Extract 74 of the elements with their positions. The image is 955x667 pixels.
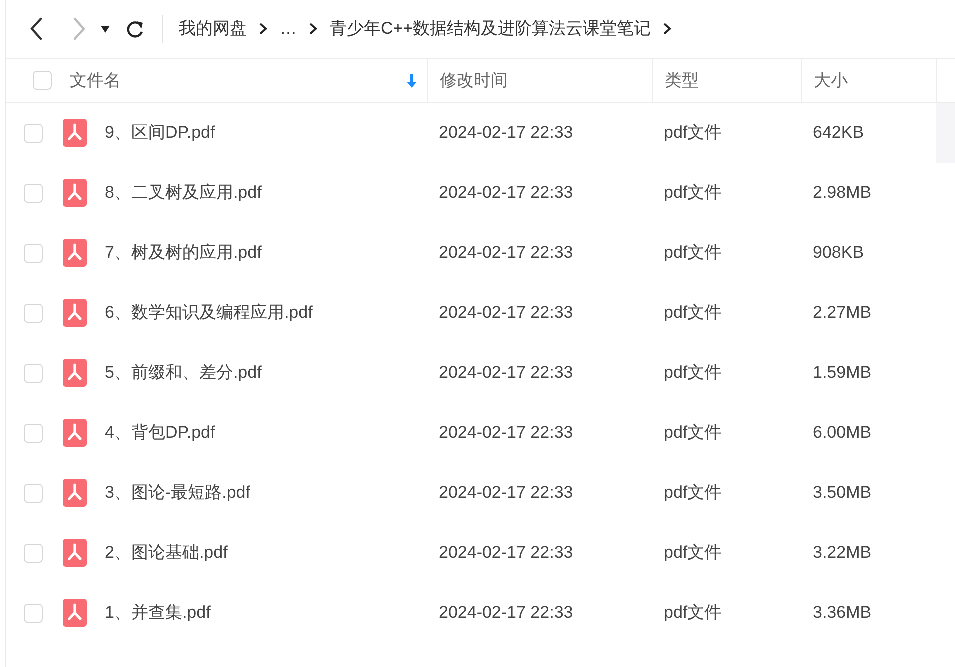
table-cell-text: pdf文件 [664,242,722,264]
pdf-file-icon [63,479,87,507]
table-cell-text: pdf文件 [664,362,722,384]
table-cell-text: pdf文件 [664,182,722,204]
pdf-file-icon [63,119,87,147]
table-cell-text: 2024-02-17 22:33 [439,242,574,264]
file-name[interactable]: 6、数学知识及编程应用.pdf [105,300,313,326]
file-name[interactable]: 4、背包DP.pdf [105,420,216,446]
column-header[interactable]: 文件名 [70,68,121,94]
pdf-file-icon [63,539,87,567]
table-cell-text: 2024-02-17 22:33 [439,362,574,384]
row-checkbox[interactable] [24,304,43,322]
caret-button[interactable] [101,26,110,32]
file-name[interactable]: 5、前缀和、差分.pdf [105,360,262,386]
file-name[interactable]: 2、图论基础.pdf [105,540,228,566]
chevron-icon [663,22,672,36]
table-cell-text: pdf文件 [664,602,722,624]
table-cell-text: 2024-02-17 22:33 [439,482,574,504]
table-cell-text: 2.98MB [813,182,872,204]
file-name[interactable]: 1、并查集.pdf [105,600,211,626]
row-checkbox[interactable] [24,244,43,262]
table-cell-text: 642KB [813,122,864,144]
table-cell-text: 3.36MB [813,602,872,624]
table-cell-text: 2024-02-17 22:33 [439,422,574,444]
table-cell-text: pdf文件 [664,122,722,144]
table-cell-text: pdf文件 [664,302,722,324]
forward-icon [73,17,87,41]
chevron-icon [309,22,318,36]
column-header[interactable]: 修改时间 [440,68,508,94]
row-checkbox[interactable] [24,424,43,442]
table-cell-text: 908KB [813,242,864,264]
file-name[interactable]: 7、树及树的应用.pdf [105,240,262,266]
table-cell-text: 2024-02-17 22:33 [439,602,574,624]
pdf-file-icon [63,239,87,267]
breadcrumb-item[interactable]: 我的网盘 [179,16,247,42]
refresh-icon [126,20,144,38]
table-cell-text: pdf文件 [664,542,722,564]
pdf-file-icon [63,599,87,627]
breadcrumb-item[interactable]: 青少年C++数据结构及进阶算法云课堂笔记 [330,16,652,42]
table-cell-text: 2.27MB [813,302,872,324]
row-checkbox[interactable] [24,604,43,622]
file-name[interactable]: 9、区间DP.pdf [105,120,216,146]
row-checkbox[interactable] [24,124,43,142]
table-cell-text: 1.59MB [813,362,872,384]
breadcrumb-item[interactable]: … [280,16,297,42]
table-cell-text: pdf文件 [664,482,722,504]
table-cell-text: 2024-02-17 22:33 [439,542,574,564]
forward-button[interactable] [73,17,87,41]
caret-icon [101,26,110,32]
table-cell-text: 2024-02-17 22:33 [439,122,574,144]
pdf-file-icon [63,359,87,387]
table-cell-text: 2024-02-17 22:33 [439,182,574,204]
sort-arrow-icon [407,74,417,88]
column-header[interactable]: 大小 [814,68,848,94]
back-icon [29,17,43,41]
refresh-button[interactable] [126,20,144,38]
table-cell-text: pdf文件 [664,422,722,444]
table-cell-text: 3.50MB [813,482,872,504]
back-button[interactable] [29,17,43,41]
table-cell-text: 3.22MB [813,542,872,564]
pdf-file-icon [63,419,87,447]
chevron-icon [259,22,268,36]
column-header[interactable]: 类型 [665,68,699,94]
select-all-checkbox[interactable] [33,71,52,90]
row-checkbox[interactable] [24,184,43,202]
row-checkbox[interactable] [24,484,43,502]
file-name[interactable]: 8、二叉树及应用.pdf [105,180,262,206]
row-checkbox[interactable] [24,364,43,382]
pdf-file-icon [63,299,87,327]
table-cell-text: 2024-02-17 22:33 [439,302,574,324]
row-checkbox[interactable] [24,544,43,562]
file-name[interactable]: 3、图论-最短路.pdf [105,480,250,506]
pdf-file-icon [63,179,87,207]
table-cell-text: 6.00MB [813,422,872,444]
